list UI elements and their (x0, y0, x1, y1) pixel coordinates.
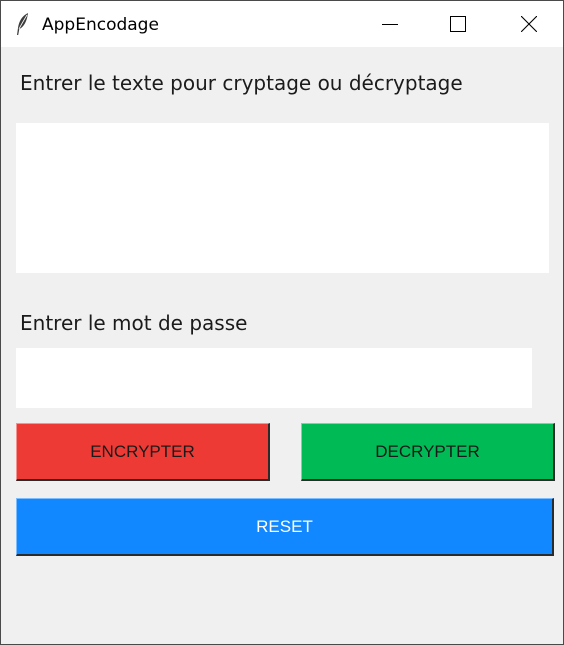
minimize-icon (382, 16, 398, 32)
maximize-button[interactable] (424, 1, 492, 47)
reset-button-label: RESET (256, 516, 313, 536)
encrypt-button[interactable]: ENCRYPTER (16, 423, 270, 481)
reset-button[interactable]: RESET (16, 498, 554, 556)
password-field[interactable] (16, 348, 532, 408)
password-label: Entrer le mot de passe (20, 311, 248, 335)
minimize-button[interactable] (356, 1, 424, 47)
feather-icon (15, 12, 31, 36)
text-input-label: Entrer le texte pour cryptage ou décrypt… (20, 71, 463, 95)
decrypt-button-label: DECRYPTER (375, 441, 480, 461)
window-title: AppEncodage (42, 15, 159, 35)
decrypt-button[interactable]: DECRYPTER (301, 423, 555, 481)
encrypt-button-label: ENCRYPTER (90, 441, 195, 461)
close-icon (521, 16, 537, 32)
close-button[interactable] (495, 1, 563, 47)
maximize-icon (450, 16, 466, 32)
title-bar[interactable]: AppEncodage (1, 1, 563, 47)
app-window: AppEncodage Entrer le texte pour cryptag… (0, 0, 564, 645)
text-input-area[interactable] (16, 123, 549, 273)
